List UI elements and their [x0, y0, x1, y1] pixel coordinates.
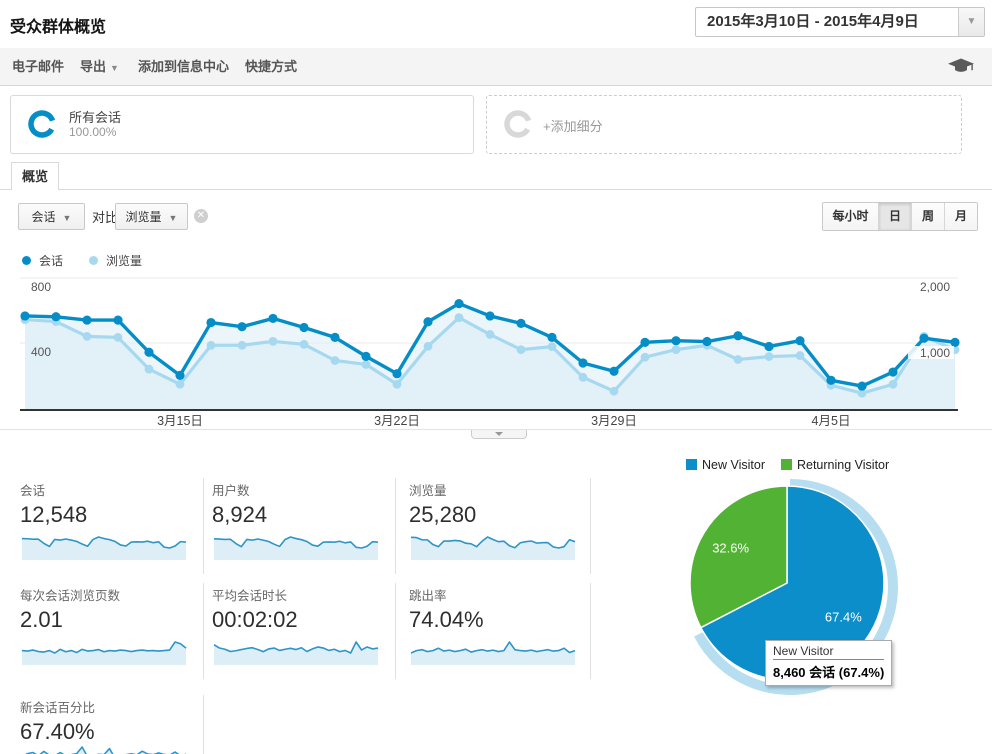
add-segment-donut-icon	[503, 109, 533, 139]
metric-value: 2.01	[20, 607, 202, 633]
education-cap-icon[interactable]	[948, 57, 974, 76]
pageviews-legend-label: 浏览量	[106, 252, 142, 269]
metric-label: 每次会话浏览页数	[20, 585, 202, 604]
svg-text:400: 400	[31, 345, 51, 359]
date-range-selector[interactable]: 2015年3月10日 - 2015年4月9日 ▼	[695, 7, 985, 37]
metric-card-pageviews: 浏览量 25,280	[409, 480, 591, 528]
granularity-hourly[interactable]: 每小时	[823, 203, 878, 230]
chevron-down-icon	[495, 432, 503, 436]
add-segment-label: +添加细分	[543, 116, 603, 135]
metric-value: 67.40%	[20, 719, 202, 745]
metric-card-sessions: 会话 12,548	[20, 480, 202, 528]
svg-text:1,000: 1,000	[920, 346, 950, 360]
shortcut-button[interactable]: 快捷方式	[245, 48, 297, 85]
tab-overview[interactable]: 概览	[11, 162, 59, 190]
metric-separator	[590, 583, 591, 679]
email-button[interactable]: 电子邮件	[12, 48, 64, 85]
metric-label: 新会话百分比	[20, 697, 202, 716]
sessions-legend-label: 会话	[39, 252, 63, 269]
pages-per-session-sparkline	[20, 639, 190, 665]
granularity-week[interactable]: 周	[911, 203, 944, 230]
add-segment-card[interactable]: +添加细分	[486, 95, 962, 154]
metric-card-pages-per-session: 每次会话浏览页数 2.01	[20, 585, 202, 633]
metric-label: 平均会话时长	[212, 585, 394, 604]
metric-separator	[203, 478, 204, 574]
all-sessions-segment-card[interactable]: 所有会话 100.00%	[10, 95, 474, 154]
date-range-text: 2015年3月10日 - 2015年4月9日	[707, 8, 919, 36]
metric-separator	[395, 478, 396, 574]
svg-text:2,000: 2,000	[920, 280, 950, 294]
remove-compare-icon[interactable]: ✕	[194, 209, 208, 223]
metric-separator	[203, 695, 204, 754]
metric-label: 用户数	[212, 480, 394, 499]
action-toolbar: 电子邮件 导出▼ 添加到信息中心 快捷方式	[0, 48, 992, 86]
svg-text:800: 800	[31, 280, 51, 294]
pie-tooltip: New Visitor 8,460 会话 (67.4%)	[765, 640, 892, 686]
add-to-dashboard-button[interactable]: 添加到信息中心	[138, 48, 229, 85]
users-sparkline	[212, 534, 382, 560]
avg-duration-sparkline	[212, 639, 382, 665]
compare-metric-dropdown[interactable]: 浏览量▼	[115, 203, 188, 230]
segment-donut-icon	[27, 109, 57, 139]
metric-value: 25,280	[409, 502, 591, 528]
metric-card-new-sessions: 新会话百分比 67.40%	[20, 697, 202, 745]
metric-separator	[395, 583, 396, 679]
metric-value: 8,924	[212, 502, 394, 528]
pie-tooltip-value: 8,460 会话 (67.4%)	[773, 660, 884, 681]
segment-label: 所有会话	[69, 107, 121, 126]
chart-legend: 会话 浏览量	[22, 252, 142, 269]
svg-text:67.4%: 67.4%	[825, 609, 862, 624]
page-title: 受众群体概览	[10, 13, 106, 37]
date-range-dropdown-icon[interactable]: ▼	[958, 8, 984, 36]
metric-label: 浏览量	[409, 480, 591, 499]
collapse-chart-handle[interactable]	[471, 430, 527, 439]
chevron-down-icon: ▼	[63, 213, 72, 223]
metric-value: 00:02:02	[212, 607, 394, 633]
metric-value: 12,548	[20, 502, 202, 528]
svg-text:4月5日: 4月5日	[812, 414, 851, 428]
granularity-day[interactable]: 日	[878, 203, 911, 230]
metric-card-users: 用户数 8,924	[212, 480, 394, 528]
audience-overview-page: 受众群体概览 2015年3月10日 - 2015年4月9日 ▼ 电子邮件 导出▼…	[0, 0, 992, 754]
svg-text:3月15日: 3月15日	[157, 414, 203, 428]
new-sessions-sparkline	[20, 744, 190, 754]
granularity-toggle: 每小时 日 周 月	[822, 202, 978, 231]
sessions-legend-dot-icon	[22, 256, 31, 265]
primary-metric-dropdown[interactable]: 会话▼	[18, 203, 85, 230]
bounce-rate-sparkline	[409, 639, 579, 665]
metric-label: 跳出率	[409, 585, 591, 604]
export-button[interactable]: 导出▼	[80, 48, 119, 85]
tab-divider	[0, 189, 992, 190]
segment-percent: 100.00%	[69, 125, 116, 139]
svg-text:32.6%: 32.6%	[712, 541, 749, 556]
metric-card-avg-duration: 平均会话时长 00:02:02	[212, 585, 394, 633]
metric-label: 会话	[20, 480, 202, 499]
pageviews-sparkline	[409, 534, 579, 560]
pie-tooltip-title: New Visitor	[773, 644, 884, 660]
sessions-pageviews-line-chart[interactable]: 800 400 2,000 1,000 3月15日 3月22日 3月29日 4月5日	[0, 268, 992, 430]
svg-text:3月22日: 3月22日	[374, 414, 420, 428]
metric-card-bounce-rate: 跳出率 74.04%	[409, 585, 591, 633]
metric-value: 74.04%	[409, 607, 591, 633]
metric-separator	[203, 583, 204, 679]
metric-separator	[590, 478, 591, 574]
sessions-sparkline	[20, 534, 190, 560]
chevron-down-icon: ▼	[110, 63, 119, 73]
svg-text:3月29日: 3月29日	[591, 414, 637, 428]
chevron-down-icon: ▼	[169, 213, 178, 223]
granularity-month[interactable]: 月	[944, 203, 977, 230]
pageviews-legend-dot-icon	[89, 256, 98, 265]
